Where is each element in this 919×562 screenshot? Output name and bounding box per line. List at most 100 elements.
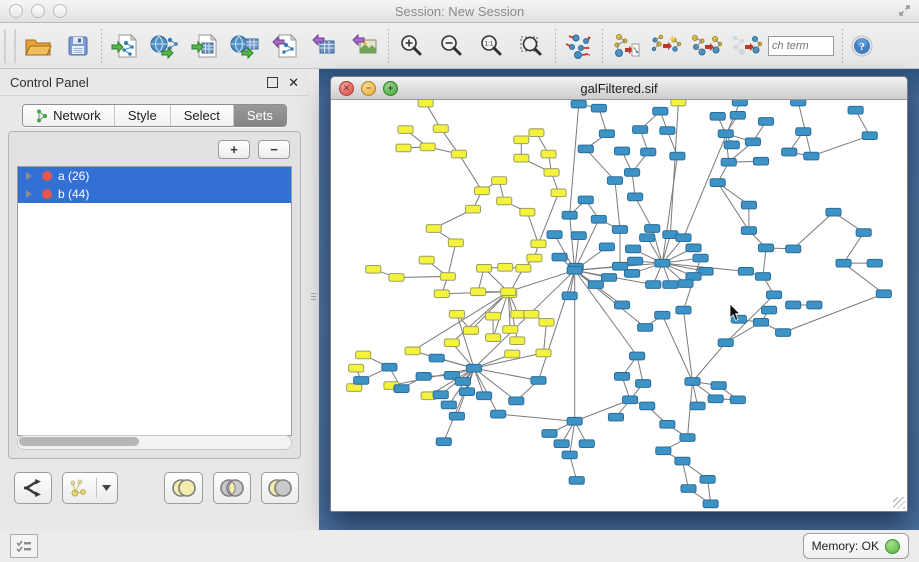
new-network-selected-all-edges-icon[interactable] — [726, 27, 766, 65]
help-icon[interactable]: ? — [846, 27, 878, 65]
graph-node-yellow — [433, 125, 448, 133]
zoom-in-icon[interactable] — [392, 27, 432, 65]
split-sets-button[interactable] — [14, 472, 52, 504]
graph-node-blue — [459, 388, 474, 396]
graph-node-blue — [680, 434, 695, 442]
graph-node-blue — [732, 100, 747, 106]
difference-sets-button[interactable] — [261, 472, 299, 504]
graph-node-blue — [876, 290, 891, 298]
zoom-out-icon[interactable] — [432, 27, 472, 65]
import-network-web-icon[interactable] — [145, 27, 185, 65]
tab-sets[interactable]: Sets — [234, 105, 286, 126]
window-resize-grip[interactable] — [893, 497, 905, 509]
graph-node-yellow — [356, 351, 371, 359]
graph-node-yellow — [541, 150, 556, 158]
expand-triangle-icon[interactable] — [26, 172, 32, 180]
graph-node-blue — [571, 232, 586, 240]
import-table-web-icon[interactable] — [225, 27, 265, 65]
graph-node-blue — [547, 231, 562, 239]
remove-set-button[interactable]: − — [258, 140, 290, 159]
apply-preferred-layout-icon[interactable] — [559, 27, 599, 65]
set-color-dot — [42, 171, 52, 181]
zoom-selected-region-icon[interactable] — [512, 27, 552, 65]
graph-node-blue — [614, 373, 629, 381]
network-window[interactable]: ✕ − + galFiltered.sif — [330, 76, 908, 512]
memory-status-button[interactable]: Memory: OK — [803, 533, 909, 559]
export-image-icon[interactable] — [345, 27, 385, 65]
graph-node-blue — [678, 280, 693, 288]
network-minimize-icon[interactable]: − — [361, 81, 376, 96]
graph-node-blue — [628, 193, 643, 201]
new-network-selected-nodes-edges-icon[interactable] — [686, 27, 726, 65]
set-label: b (44) — [58, 187, 89, 201]
graph-node-blue — [786, 245, 801, 253]
set-row-b[interactable]: b (44) — [18, 185, 291, 203]
expand-triangle-icon[interactable] — [26, 190, 32, 198]
graph-node-yellow — [465, 205, 480, 213]
tab-select-label: Select — [184, 108, 220, 123]
graph-node-blue — [761, 306, 776, 314]
graph-node-blue — [758, 244, 773, 252]
graph-node-blue — [710, 179, 725, 187]
scrollbar-thumb[interactable] — [19, 437, 139, 446]
graph-node-blue — [685, 378, 700, 386]
graph-node-yellow — [349, 364, 364, 372]
graph-node-yellow — [671, 100, 686, 106]
graph-node-blue — [676, 234, 691, 242]
set-label: a (26) — [58, 169, 89, 183]
network-close-icon[interactable]: ✕ — [339, 81, 354, 96]
import-network-file-icon[interactable] — [105, 27, 145, 65]
tab-style-label: Style — [128, 108, 157, 123]
graph-node-blue — [509, 397, 524, 405]
union-sets-button[interactable] — [164, 472, 202, 504]
app-titlebar: Session: New Session — [0, 0, 919, 23]
graph-node-blue — [599, 130, 614, 138]
graph-node-blue — [710, 112, 725, 120]
graph-node-blue — [686, 273, 701, 281]
graph-node-yellow — [531, 240, 546, 248]
fullscreen-icon[interactable] — [898, 4, 911, 20]
close-window-button[interactable] — [9, 4, 23, 18]
intersect-sets-button[interactable] — [213, 472, 251, 504]
network-canvas[interactable] — [331, 100, 907, 511]
maximize-window-button[interactable] — [53, 4, 67, 18]
create-set-from-network-button[interactable] — [62, 472, 118, 504]
graph-node-yellow — [516, 264, 531, 272]
graph-node-yellow — [486, 334, 501, 342]
graph-node-yellow — [501, 288, 516, 296]
network-graph[interactable] — [331, 100, 907, 511]
minimize-window-button[interactable] — [31, 4, 45, 18]
search-input[interactable] — [768, 36, 834, 56]
tab-style[interactable]: Style — [115, 105, 171, 126]
network-maximize-icon[interactable]: + — [383, 81, 398, 96]
close-panel-icon[interactable]: ✕ — [288, 76, 299, 89]
zoom-actual-size-icon[interactable]: 1:1 — [472, 27, 512, 65]
splitter-handle-icon[interactable] — [311, 293, 316, 300]
import-table-file-icon[interactable] — [185, 27, 225, 65]
venn-intersection-icon — [218, 478, 246, 498]
open-session-icon[interactable] — [18, 27, 58, 65]
graph-node-blue — [646, 281, 661, 289]
save-session-icon[interactable] — [58, 27, 98, 65]
graph-node-blue — [645, 225, 660, 233]
traffic-lights — [9, 4, 67, 18]
graph-node-blue — [562, 211, 577, 219]
add-set-button[interactable]: + — [218, 140, 250, 159]
network-from-file-icon[interactable] — [606, 27, 646, 65]
export-table-icon[interactable] — [305, 27, 345, 65]
tab-select[interactable]: Select — [171, 105, 234, 126]
new-network-from-selection-icon[interactable] — [646, 27, 686, 65]
graph-node-blue — [758, 118, 773, 126]
sets-list-hscrollbar[interactable] — [17, 435, 292, 450]
network-window-titlebar[interactable]: ✕ − + galFiltered.sif — [331, 77, 907, 100]
tab-network[interactable]: Network — [23, 105, 115, 126]
graph-node-blue — [753, 319, 768, 327]
task-history-button[interactable] — [10, 534, 38, 558]
graph-node-blue — [767, 291, 782, 299]
export-network-icon[interactable] — [265, 27, 305, 65]
graph-node-blue — [638, 324, 653, 332]
graph-node-blue — [718, 339, 733, 347]
graph-node-blue — [441, 401, 456, 409]
float-panel-icon[interactable] — [267, 77, 278, 88]
set-row-a[interactable]: a (26) — [18, 167, 291, 185]
